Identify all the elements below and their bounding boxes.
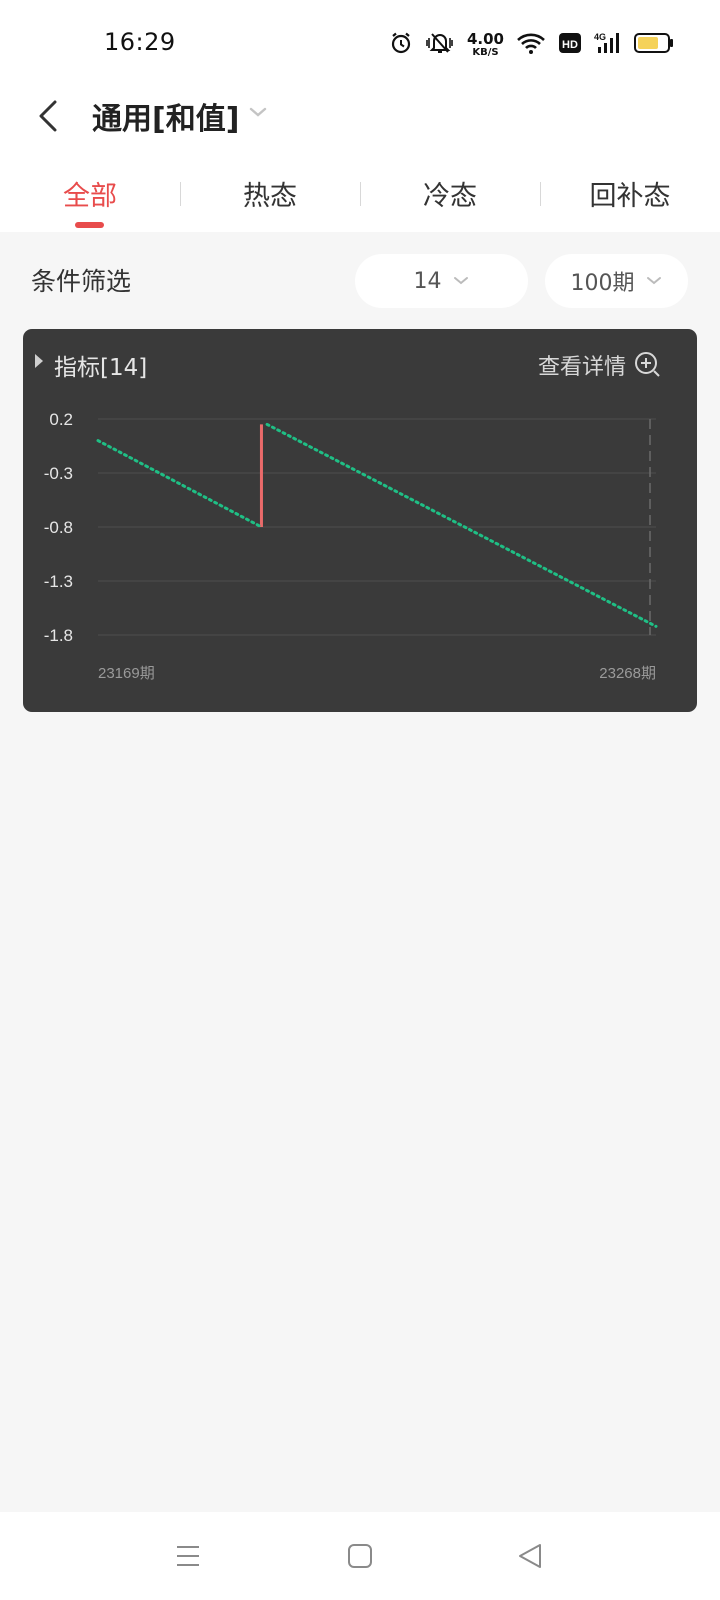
back-arrow-icon: [39, 100, 57, 132]
nav-back-button[interactable]: [508, 1534, 552, 1578]
y-tick-label: -0.8: [44, 518, 73, 537]
chart-series: [96, 422, 658, 628]
home-button[interactable]: [338, 1534, 382, 1578]
y-tick-label: -0.3: [44, 464, 73, 483]
series-line: [265, 422, 658, 628]
home-icon: [348, 1544, 372, 1568]
status-time: 16:29: [104, 28, 176, 56]
back-triangle-icon: [519, 1544, 541, 1568]
tab-rebound[interactable]: 回补态: [540, 174, 720, 213]
signal-icon: 4G: [594, 31, 622, 59]
chevron-down-icon: [249, 107, 267, 117]
indicator-chart: 0.2 -0.3 -0.8 -1.3 -1.8 23169期 23268期: [44, 410, 658, 682]
chevron-down-icon: [646, 277, 661, 285]
filter-label: 条件筛选: [31, 267, 132, 296]
x-start-label: 23169期: [98, 665, 155, 682]
title-dropdown-button[interactable]: [246, 100, 270, 124]
chart-grid: [98, 418, 656, 636]
number-select-value: 14: [413, 268, 442, 294]
signal-label: 4G: [594, 32, 606, 42]
battery-icon: [634, 32, 674, 58]
page-title: 通用[和值]: [92, 102, 240, 137]
menu-icon: [177, 1546, 199, 1566]
active-tab-indicator: [75, 222, 104, 228]
back-button[interactable]: [28, 92, 68, 140]
hd-label: HD: [562, 39, 578, 51]
chevron-down-icon: [453, 277, 468, 285]
chart-y-ticks: 0.2 -0.3 -0.8 -1.3 -1.8: [44, 410, 73, 645]
mute-icon: [425, 31, 455, 59]
alarm-icon: [389, 31, 413, 59]
period-select[interactable]: 100期: [545, 254, 688, 308]
period-select-value: 100期: [570, 271, 635, 296]
tab-cold[interactable]: 冷态: [360, 174, 540, 213]
y-tick-label: 0.2: [49, 410, 73, 429]
tab-divider: [360, 182, 361, 206]
hd-icon: HD: [558, 32, 582, 58]
net-speed-value: 4.00: [466, 30, 504, 48]
tab-all[interactable]: 全部: [0, 174, 180, 213]
tab-hot[interactable]: 热态: [180, 174, 360, 213]
tab-divider: [540, 182, 541, 206]
series-line: [96, 439, 263, 529]
header: 通用[和值]: [0, 88, 720, 144]
system-nav-bar: [0, 1512, 720, 1600]
status-icons: 4.00 KB/S HD 4G: [389, 30, 674, 60]
x-end-label: 23268期: [599, 665, 656, 682]
y-tick-label: -1.3: [44, 572, 73, 591]
menu-button[interactable]: [166, 1534, 210, 1578]
status-bar: 16:29 4.00 KB/S HD 4G: [0, 0, 720, 88]
net-speed: 4.00 KB/S: [467, 32, 504, 58]
number-select[interactable]: 14: [355, 254, 528, 308]
y-tick-label: -1.8: [44, 626, 73, 645]
wifi-icon: [516, 31, 546, 59]
tab-divider: [180, 182, 181, 206]
net-speed-unit: KB/S: [472, 47, 499, 58]
